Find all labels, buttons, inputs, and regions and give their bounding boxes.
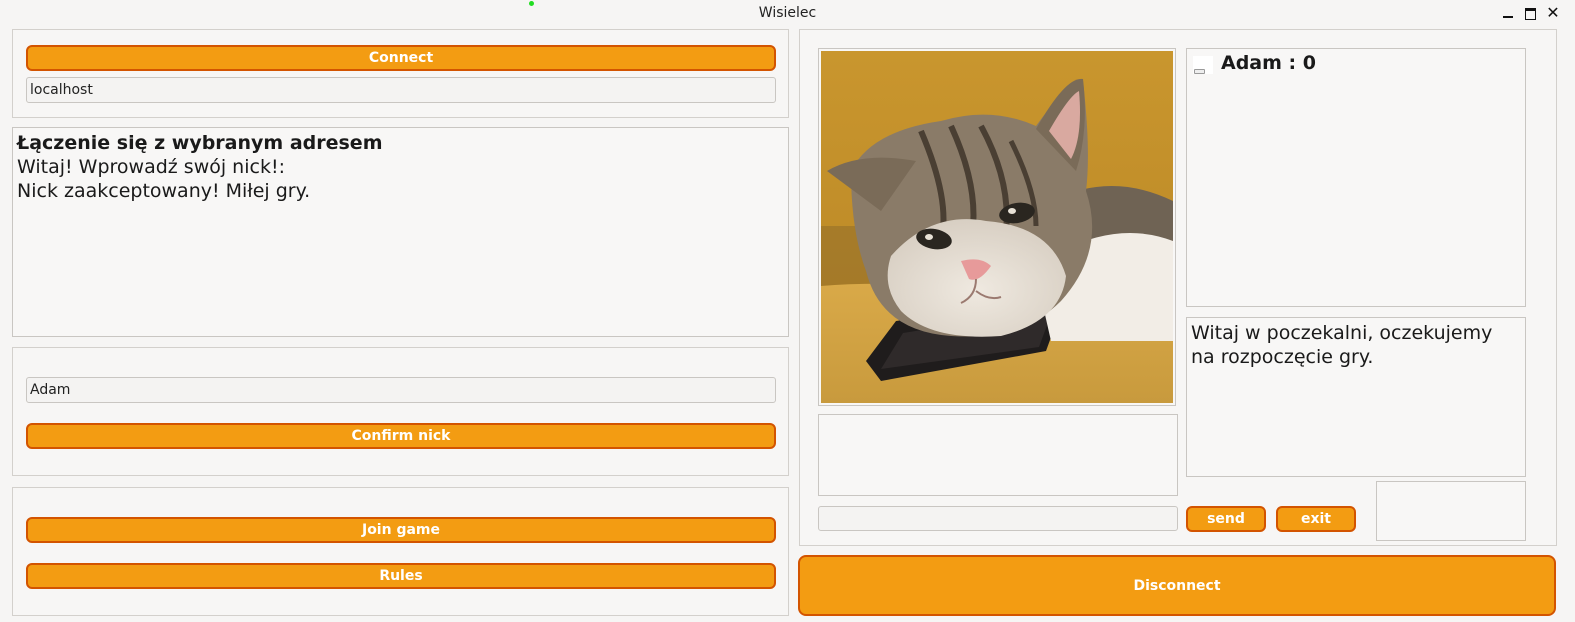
address-input[interactable] — [26, 77, 776, 103]
message-log: Łączenie się z wybranym adresem Witaj! W… — [12, 127, 789, 337]
status-box — [1376, 481, 1526, 541]
send-button[interactable]: send — [1186, 506, 1266, 532]
game-menu-panel: Join game Rules — [12, 487, 789, 616]
disconnect-button[interactable]: Disconnect — [798, 555, 1556, 616]
join-game-button[interactable]: Join game — [26, 517, 776, 543]
players-list — [1186, 48, 1526, 307]
log-line: Łączenie się z wybranym adresem — [17, 132, 383, 154]
log-line: Nick zaakceptowany! Miłej gry. — [17, 180, 311, 202]
rules-button[interactable]: Rules — [26, 563, 776, 589]
close-icon[interactable]: ✕ — [1545, 4, 1561, 22]
maximize-icon[interactable] — [1523, 4, 1539, 22]
exit-button[interactable]: exit — [1276, 506, 1356, 532]
player-status-icon — [1193, 56, 1213, 74]
minimize-icon[interactable] — [1500, 4, 1516, 22]
window-title: Wisielec — [758, 5, 817, 21]
lobby-message: Witaj w poczekalni, oczekujemy na rozpoc… — [1186, 317, 1526, 477]
confirm-nick-button[interactable]: Confirm nick — [26, 423, 776, 449]
log-line: Witaj! Wprowadź swój nick!: — [17, 156, 285, 178]
player-score-label: Adam : 0 — [1221, 52, 1316, 74]
app-window: Wisielec ✕ Connect Łączenie się z wybran… — [0, 0, 1575, 622]
guess-input[interactable] — [818, 506, 1178, 531]
cat-image-drawing — [821, 51, 1173, 403]
word-display — [818, 414, 1178, 496]
cat-lying-on-phone-image — [818, 48, 1176, 406]
nick-panel: Confirm nick — [12, 347, 789, 476]
nick-input[interactable] — [26, 377, 776, 403]
connect-button[interactable]: Connect — [26, 45, 776, 71]
title-bar: Wisielec ✕ — [0, 0, 1575, 26]
connection-panel: Connect — [12, 29, 789, 118]
